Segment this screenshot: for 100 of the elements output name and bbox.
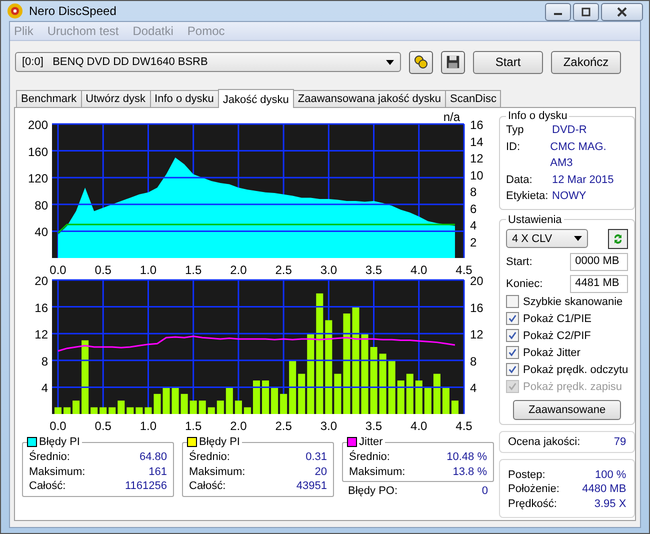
app-logo-icon	[7, 3, 23, 19]
axis-label: 10	[470, 168, 484, 182]
axis-label: 12	[34, 328, 48, 342]
checkbox[interactable]	[506, 295, 519, 308]
checkbox[interactable]	[506, 346, 519, 359]
axis-label: 3.0	[320, 263, 337, 276]
close-button[interactable]	[601, 3, 643, 21]
axis-label: 3.0	[320, 419, 337, 432]
axis-label: 16	[470, 118, 484, 132]
group-title: Błędy PI	[199, 436, 240, 448]
exit-button[interactable]: Zakończ	[551, 50, 621, 74]
field-label: Koniec:	[506, 278, 543, 290]
stat-value: 64.80	[139, 450, 167, 464]
stat-label: Maksimum:	[189, 464, 246, 479]
axis-label: 12	[470, 328, 484, 342]
stat-label: Błędy PO:	[348, 484, 398, 498]
stat-label: Maksimum:	[349, 464, 406, 479]
axis-label: 4	[470, 381, 477, 396]
error-bar	[154, 394, 161, 414]
error-bar	[118, 400, 125, 414]
error-bar	[72, 400, 80, 414]
axis-label: 1.0	[140, 263, 157, 276]
end-field[interactable]: 4481 MB	[570, 274, 628, 292]
axis-label: 4.0	[410, 263, 428, 276]
checkbox[interactable]	[506, 329, 519, 342]
stat-value: 0	[482, 484, 488, 498]
stat-value: 20	[314, 464, 327, 479]
minimize-button[interactable]	[545, 3, 571, 21]
axis-label: 6	[470, 202, 477, 216]
error-bar	[262, 380, 270, 414]
refresh-button[interactable]	[608, 228, 628, 248]
close-icon	[617, 7, 627, 17]
tab[interactable]: Zaawansowana jakość dysku	[292, 90, 446, 107]
axis-label: 2.5	[275, 419, 292, 432]
quality-label: Ocena jakości:	[508, 436, 580, 448]
checkbox-label: Pokaż prędk. odczytu	[523, 364, 628, 376]
checkbox-label: Pokaż C2/PIF	[523, 330, 591, 342]
error-bar	[289, 360, 296, 414]
save-icon	[446, 55, 460, 69]
stat-value: 161	[148, 464, 167, 479]
axis-label: 120	[28, 172, 48, 186]
progress-value: 100 %	[594, 468, 626, 482]
axis-label: 2.0	[230, 263, 247, 276]
checkbox-label: Pokaż prędk. zapisu	[523, 380, 622, 392]
progress-label: Położenie:	[508, 482, 560, 496]
axis-label: 0.0	[50, 263, 66, 276]
axis-label: 160	[28, 144, 48, 159]
progress-label: Postep:	[508, 468, 546, 482]
stat-label: Średnio:	[349, 450, 390, 464]
stat-label: Średnio:	[189, 450, 230, 464]
error-bar	[280, 394, 288, 414]
group-title: Ustawienia	[507, 214, 563, 226]
axis-label: 4.5	[456, 263, 472, 276]
quality-value: 79	[614, 436, 626, 448]
stat-label: Całość:	[29, 479, 66, 494]
checkbox[interactable]	[506, 312, 519, 325]
advanced-button[interactable]: Zaawansowane	[513, 400, 622, 420]
axis-label: 3.5	[365, 419, 382, 432]
axis-label: 2	[470, 235, 477, 250]
tab[interactable]: Utwórz dysk	[80, 90, 151, 107]
coins-icon	[413, 54, 429, 70]
maximize-icon	[581, 7, 591, 17]
start-field[interactable]: 0000 MB	[570, 252, 628, 270]
checkbox[interactable]	[506, 363, 519, 376]
start-button[interactable]: Start	[473, 50, 543, 74]
group-title: Błędy PI	[39, 436, 80, 448]
axis-label: 80	[34, 198, 48, 212]
info-value: NOWY	[552, 189, 586, 204]
checkbox-label: Pokaż C1/PIE	[523, 312, 592, 324]
drive-info-button[interactable]	[409, 50, 433, 74]
stat-value: 13.8 %	[452, 464, 487, 479]
caret-icon	[386, 60, 394, 64]
info-value: 12 Mar 2015	[552, 172, 614, 188]
axis-label: 8	[41, 354, 48, 368]
stat-value: 0.31	[306, 450, 327, 464]
error-bar	[298, 374, 306, 414]
chart-corner-label: n/a	[443, 110, 460, 124]
tab[interactable]: Jakość dysku	[218, 89, 294, 108]
stat-label: Średnio:	[29, 450, 70, 464]
info-value: CMC MAG. AM3	[550, 140, 608, 171]
axis-label: 0.5	[94, 263, 112, 276]
axis-label: 0.0	[50, 419, 66, 432]
info-label: Data:	[506, 172, 534, 188]
maximize-button[interactable]	[573, 3, 599, 21]
axis-label: 1.5	[185, 419, 202, 432]
axis-label: 2.0	[230, 419, 247, 432]
axis-label: 16	[470, 300, 484, 315]
tab[interactable]: Info o dysku	[150, 90, 219, 107]
tab[interactable]: Benchmark	[16, 90, 82, 107]
save-button[interactable]	[441, 50, 465, 74]
axis-label: 20	[470, 276, 484, 288]
checkbox-label: Szybkie skanowanie	[523, 296, 623, 308]
axis-label: 3.5	[365, 263, 382, 276]
info-label: Typ	[506, 123, 525, 138]
tab[interactable]: ScanDisc	[444, 90, 502, 107]
speed-dropdown[interactable]: 4 X CLV	[506, 229, 588, 248]
drive-dropdown[interactable]: [0:0] BENQ DVD DD DW1640 BSRB	[15, 52, 401, 72]
stat-value: 43951	[296, 479, 327, 494]
progress-value: 3.95 X	[594, 496, 626, 511]
axis-label: 1.5	[185, 263, 202, 276]
